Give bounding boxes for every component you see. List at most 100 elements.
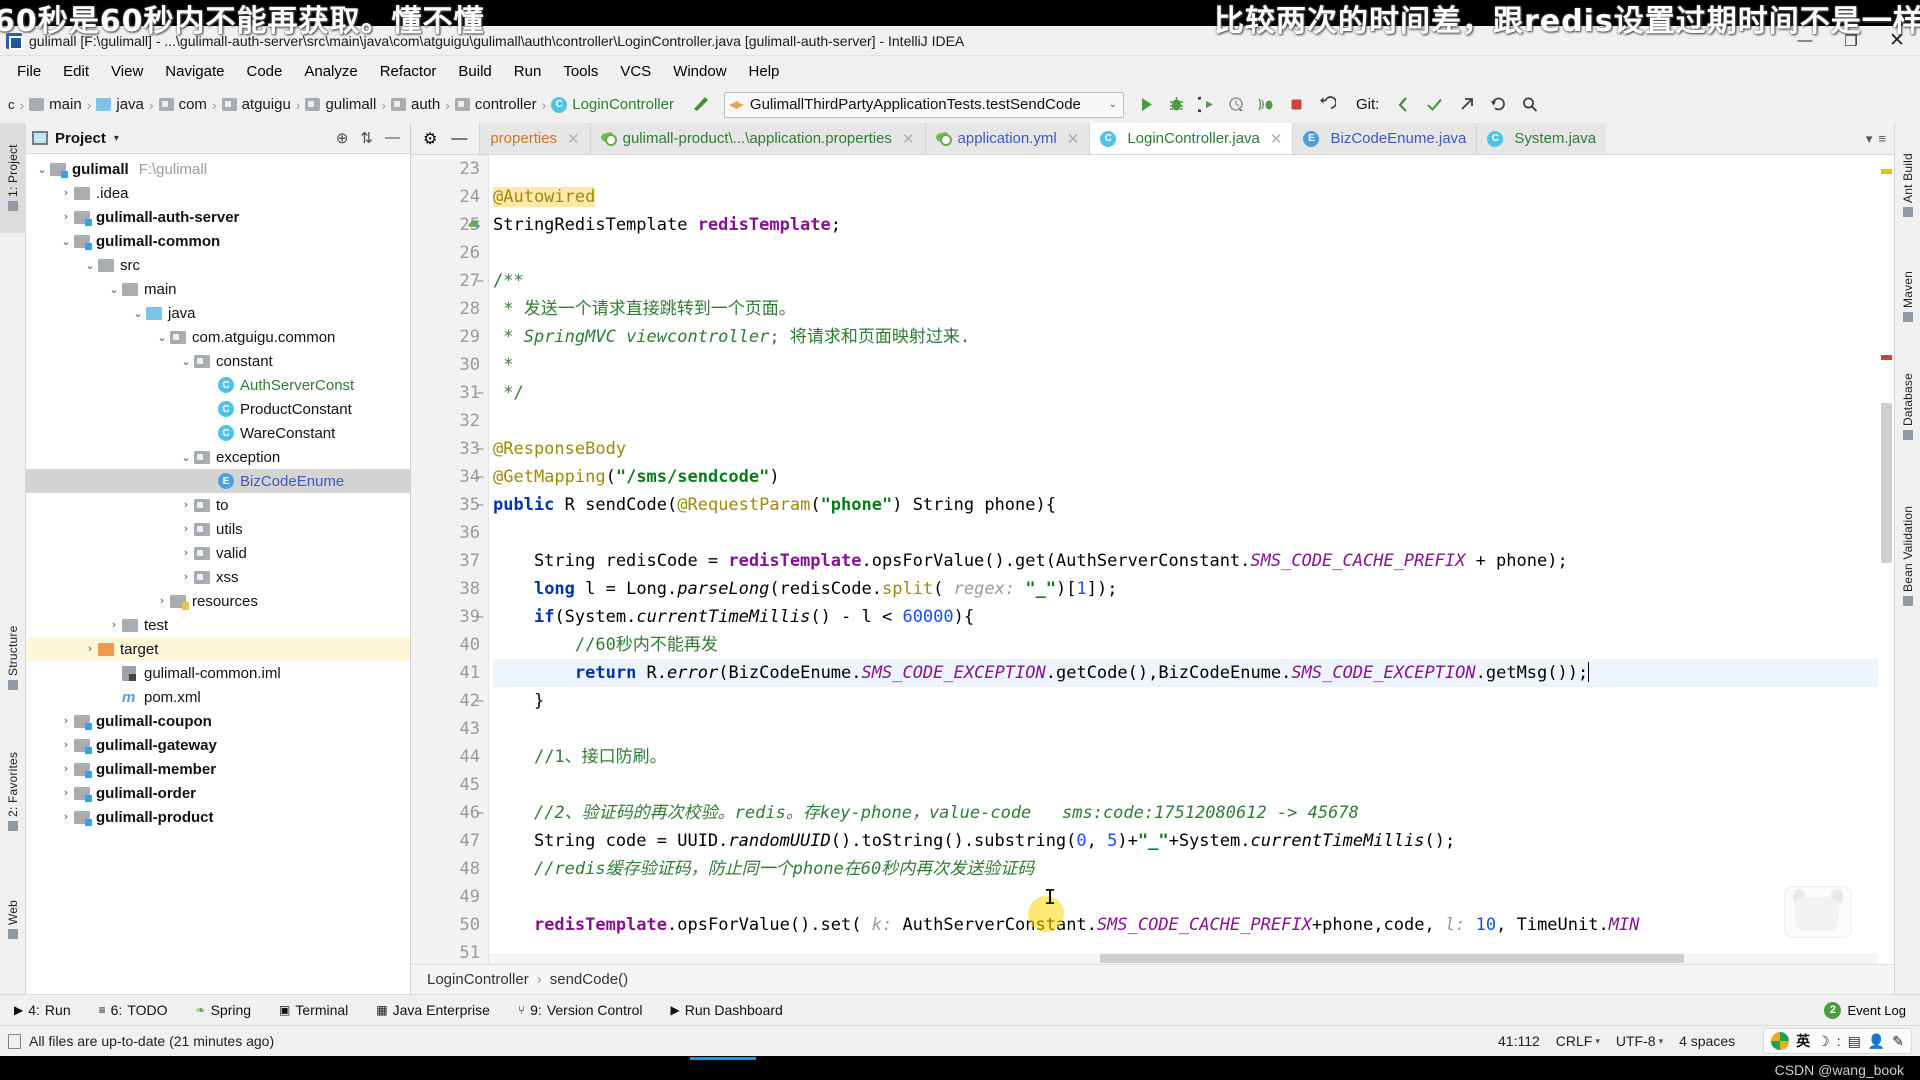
- caret-position[interactable]: 41:112: [1498, 1033, 1540, 1049]
- code-fold-icon[interactable]: −: [473, 463, 487, 491]
- line-number[interactable]: 23: [411, 155, 488, 183]
- editor-tab-application-yml[interactable]: application.yml ✕: [924, 123, 1090, 154]
- build-project-icon[interactable]: [690, 92, 712, 117]
- code-line[interactable]: long l = Long.parseLong(redisCode.split(…: [493, 575, 1894, 603]
- line-number[interactable]: 32: [411, 407, 488, 435]
- menu-build[interactable]: Build: [447, 60, 502, 83]
- breadcrumb-item-java[interactable]: java: [96, 96, 144, 113]
- run-configuration-selector[interactable]: ◀▶ GulimallThirdPartyApplicationTests.te…: [723, 91, 1124, 118]
- tab-list-icon[interactable]: ≡: [1878, 131, 1886, 146]
- line-number[interactable]: 33−: [411, 435, 488, 463]
- sidebar-item-database[interactable]: Database: [1895, 353, 1920, 461]
- tree-expander-icon[interactable]: ⌄: [178, 451, 194, 464]
- tree-item-gulimall-product[interactable]: › gulimall-product: [26, 805, 410, 829]
- chevron-down-icon[interactable]: ⌄: [1091, 99, 1117, 110]
- code-line[interactable]: [493, 519, 1894, 547]
- tree-expander-icon[interactable]: ›: [178, 571, 194, 583]
- sidebar-item-favorites[interactable]: 2: Favorites: [0, 723, 26, 859]
- code-line[interactable]: [493, 407, 1894, 435]
- code-line[interactable]: String redisCode = redisTemplate.opsForV…: [493, 547, 1894, 575]
- line-number[interactable]: 30: [411, 351, 488, 379]
- code-line[interactable]: @ResponseBody: [493, 435, 1894, 463]
- tree-expander-icon[interactable]: ›: [58, 763, 74, 775]
- line-number[interactable]: 35−: [411, 491, 488, 519]
- indent-selector[interactable]: 4 spaces: [1679, 1033, 1735, 1049]
- line-number[interactable]: 45: [411, 771, 488, 799]
- breadcrumb-item-atguigu[interactable]: atguigu: [221, 96, 291, 113]
- tree-item-productconstant[interactable]: C ProductConstant: [26, 397, 410, 421]
- hide-panel-icon[interactable]: —: [385, 129, 400, 147]
- ime-user-icon[interactable]: 👤: [1868, 1033, 1885, 1050]
- event-log-button[interactable]: 2 Event Log: [1824, 1001, 1920, 1019]
- line-number[interactable]: 43: [411, 715, 488, 743]
- collapse-all-icon[interactable]: ⇅: [360, 129, 373, 147]
- tool-button-terminal[interactable]: ▣ Terminal: [265, 1002, 362, 1018]
- tree-expander-icon[interactable]: ⌄: [58, 235, 74, 248]
- editor-tab-bizcodeenume-java[interactable]: E BizCodeEnume.java: [1292, 123, 1477, 154]
- hide-editor-icon[interactable]: —: [451, 130, 467, 148]
- tree-expander-icon[interactable]: ›: [178, 523, 194, 535]
- chevron-down-icon[interactable]: ▾: [1866, 131, 1873, 147]
- editor-tab-properties[interactable]: properties ✕: [479, 123, 590, 154]
- code-line[interactable]: [493, 771, 1894, 799]
- tree-item-gulimall-auth-server[interactable]: › gulimall-auth-server: [26, 205, 410, 229]
- tree-item-authserverconst[interactable]: C AuthServerConst: [26, 373, 410, 397]
- breadcrumb-item-logincontroller[interactable]: C LoginController: [551, 96, 674, 113]
- breadcrumb-item-auth[interactable]: auth: [391, 96, 440, 113]
- line-number[interactable]: 47: [411, 827, 488, 855]
- tree-item-constant[interactable]: ⌄ constant: [26, 349, 410, 373]
- tree-expander-icon[interactable]: ⌄: [130, 307, 146, 320]
- code-line[interactable]: *: [493, 351, 1894, 379]
- breadcrumb-item-main[interactable]: main: [29, 96, 82, 113]
- code-line[interactable]: String code = UUID.randomUUID().toString…: [493, 827, 1894, 855]
- code-fold-icon[interactable]: −: [473, 687, 487, 715]
- tree-expander-icon[interactable]: ⌄: [106, 283, 122, 296]
- editor-tab-gulimall-product-application-properties[interactable]: gulimall-product\...\application.propert…: [589, 123, 925, 154]
- menu-code[interactable]: Code: [235, 60, 293, 83]
- code-line[interactable]: * SpringMVC viewcontroller; 将请求和页面映射过来.: [493, 323, 1894, 351]
- tree-expander-icon[interactable]: ⌄: [178, 355, 194, 368]
- sidebar-item-ant-build[interactable]: Ant Build: [1895, 133, 1920, 237]
- tree-item-target[interactable]: › target: [26, 637, 410, 661]
- undo-button[interactable]: [1312, 90, 1342, 120]
- code-fold-icon[interactable]: −: [473, 603, 487, 631]
- line-number[interactable]: 42−: [411, 687, 488, 715]
- menu-navigate[interactable]: Navigate: [154, 60, 235, 83]
- tree-expander-icon[interactable]: ›: [178, 499, 194, 511]
- code-line[interactable]: //60秒内不能再发: [493, 631, 1894, 659]
- line-number[interactable]: 41: [411, 659, 488, 687]
- editor-tab-logincontroller-java[interactable]: C LoginController.java ✕: [1089, 123, 1293, 154]
- tool-button-version-control[interactable]: ⑂ 9: Version Control: [504, 1002, 657, 1018]
- tree-item-com-atguigu-common[interactable]: ⌄ com.atguigu.common: [26, 325, 410, 349]
- tree-item-bizcodeenume[interactable]: E BizCodeEnume: [26, 469, 410, 493]
- code-line[interactable]: [493, 239, 1894, 267]
- code-editor[interactable]: 23 24 25 26 27−28 29 30 31−32 33−34−35−36 37 38 39−…: [411, 155, 1894, 964]
- tree-item-test[interactable]: › test: [26, 613, 410, 637]
- tree-item-pom-xml[interactable]: m pom.xml: [26, 685, 410, 709]
- bean-icon[interactable]: [464, 211, 484, 239]
- code-line[interactable]: @GetMapping("/sms/sendcode"): [493, 463, 1894, 491]
- breadcrumb-method[interactable]: sendCode(): [550, 971, 628, 988]
- tree-expander-icon[interactable]: ›: [58, 739, 74, 751]
- code-line[interactable]: @Autowired: [493, 183, 1894, 211]
- tree-item-gulimall-member[interactable]: › gulimall-member: [26, 757, 410, 781]
- code-line[interactable]: //2、验证码的再次校验。redis。存key-phone，value-code…: [493, 799, 1894, 827]
- line-number[interactable]: 36: [411, 519, 488, 547]
- tree-expander-icon[interactable]: ›: [178, 547, 194, 559]
- line-number[interactable]: 37: [411, 547, 488, 575]
- menu-analyze[interactable]: Analyze: [293, 60, 368, 83]
- warning-stripe[interactable]: [1881, 169, 1892, 174]
- tree-item-gulimall-order[interactable]: › gulimall-order: [26, 781, 410, 805]
- tree-item-gulimall[interactable]: ⌄ gulimall F:\gulimall: [26, 157, 410, 181]
- code-line[interactable]: [493, 883, 1894, 911]
- vcs-history-icon[interactable]: [1483, 90, 1513, 120]
- scrollbar-thumb[interactable]: [1100, 954, 1684, 963]
- line-number[interactable]: 34−: [411, 463, 488, 491]
- tree-item-java[interactable]: ⌄ java: [26, 301, 410, 325]
- code-line[interactable]: [493, 715, 1894, 743]
- tree-item-main[interactable]: ⌄ main: [26, 277, 410, 301]
- tree-expander-icon[interactable]: ⌄: [154, 331, 170, 344]
- ime-keyboard-icon[interactable]: ▤: [1848, 1033, 1861, 1050]
- tree-item-valid[interactable]: › valid: [26, 541, 410, 565]
- line-number[interactable]: 39−: [411, 603, 488, 631]
